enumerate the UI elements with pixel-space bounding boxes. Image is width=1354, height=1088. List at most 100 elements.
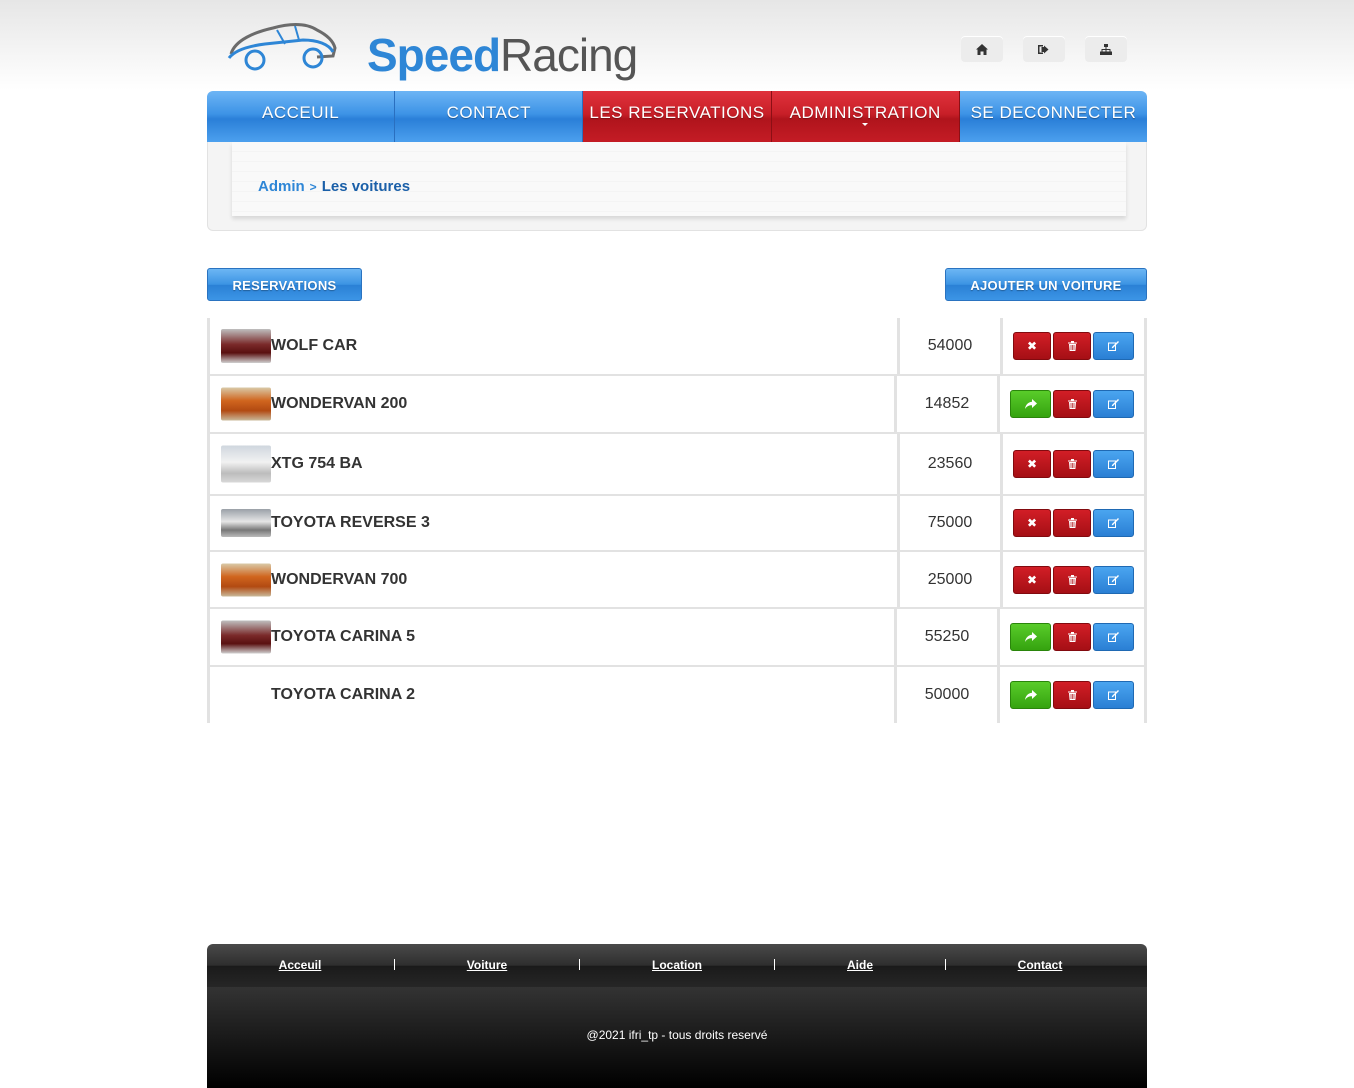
- edit-button[interactable]: [1093, 565, 1134, 594]
- car-price: 75000: [900, 496, 1003, 550]
- reserve-button[interactable]: [1010, 623, 1051, 651]
- nav-item-deconnecter[interactable]: SE DECONNECTER: [959, 91, 1147, 142]
- car-price: 14852: [897, 376, 1000, 432]
- row-actions: ✖: [1003, 434, 1144, 494]
- footer-link-contact[interactable]: Contact: [1018, 958, 1063, 972]
- edit-button[interactable]: [1093, 681, 1134, 709]
- car-name-cell: XTG 754 BA: [210, 434, 900, 494]
- table-row: TOYOTA CARINA 5 55250: [210, 609, 1144, 667]
- footer-divider: [774, 959, 775, 970]
- table-row: WONDERVAN 200 14852: [210, 376, 1144, 434]
- car-thumbnail: [221, 387, 271, 421]
- sitemap-icon[interactable]: [1085, 36, 1127, 62]
- car-price: 55250: [897, 609, 1000, 665]
- table-row: WONDERVAN 700 25000 ✖: [210, 552, 1144, 609]
- footer-divider: [945, 959, 946, 970]
- edit-button[interactable]: [1093, 390, 1134, 418]
- cancel-button[interactable]: ✖: [1013, 565, 1051, 594]
- car-price: 50000: [897, 667, 1000, 723]
- footer-nav: Acceuil Voiture Location Aide Contact: [207, 944, 1147, 987]
- edit-button[interactable]: [1093, 332, 1134, 360]
- delete-button[interactable]: [1053, 565, 1091, 594]
- logo[interactable]: SpeedRacing: [225, 10, 638, 81]
- car-price: 54000: [900, 318, 1003, 374]
- sign-out-icon[interactable]: [1023, 36, 1065, 62]
- breadcrumb-admin-link[interactable]: Admin: [258, 178, 305, 195]
- table-row: TOYOTA CARINA 2 50000: [210, 667, 1144, 723]
- times-icon: ✖: [1026, 457, 1038, 471]
- share-icon: [1024, 632, 1037, 642]
- edit-icon: [1108, 690, 1119, 700]
- car-name: WOLF CAR: [271, 337, 358, 354]
- trash-icon: [1067, 690, 1077, 700]
- table-row: XTG 754 BA 23560 ✖: [210, 434, 1144, 496]
- trash-icon: [1067, 399, 1077, 409]
- reserve-button[interactable]: [1010, 681, 1051, 709]
- footer-link-acceuil[interactable]: Acceuil: [279, 958, 322, 972]
- car-name-cell: WOLF CAR: [210, 318, 900, 374]
- delete-button[interactable]: [1053, 623, 1091, 651]
- delete-button[interactable]: [1053, 390, 1091, 418]
- car-price: 25000: [900, 552, 1003, 607]
- edit-icon: [1108, 574, 1119, 585]
- nav-item-acceuil[interactable]: ACCEUIL: [207, 91, 396, 142]
- footer-link-location[interactable]: Location: [652, 958, 702, 972]
- main-nav: ACCEUIL CONTACT LES RESERVATIONS ADMINIS…: [207, 91, 1147, 142]
- times-icon: ✖: [1026, 339, 1038, 353]
- table-row: WOLF CAR 54000 ✖: [210, 318, 1144, 376]
- cancel-button[interactable]: ✖: [1013, 332, 1051, 360]
- car-thumbnail: [221, 329, 271, 363]
- car-name: WONDERVAN 200: [271, 395, 408, 412]
- row-actions: ✖: [1003, 552, 1144, 607]
- cancel-button[interactable]: ✖: [1013, 509, 1051, 537]
- trash-icon: [1067, 341, 1077, 351]
- edit-button[interactable]: [1093, 450, 1134, 478]
- nav-item-reservations[interactable]: LES RESERVATIONS: [583, 91, 772, 142]
- nav-item-contact[interactable]: CONTACT: [395, 91, 584, 142]
- cancel-button[interactable]: ✖: [1013, 450, 1051, 478]
- car-name: TOYOTA CARINA 2: [271, 686, 416, 703]
- car-thumbnail: [221, 563, 271, 596]
- breadcrumb: Admin > Les voitures: [258, 178, 410, 195]
- edit-icon: [1108, 518, 1119, 528]
- copyright-text: @2021 ifri_tp - tous droits reservé: [586, 1028, 768, 1042]
- edit-button[interactable]: [1093, 509, 1134, 537]
- reservations-button[interactable]: RESERVATIONS: [207, 268, 362, 301]
- breadcrumb-separator: >: [309, 180, 317, 194]
- car-thumbnail: [221, 620, 271, 654]
- nav-item-administration[interactable]: ADMINISTRATION: [771, 91, 960, 142]
- footer-body: @2021 ifri_tp - tous droits reservé: [207, 987, 1147, 1088]
- delete-button[interactable]: [1053, 681, 1091, 709]
- edit-icon: [1108, 399, 1119, 409]
- edit-icon: [1108, 341, 1119, 351]
- delete-button[interactable]: [1053, 450, 1091, 478]
- row-actions: [1000, 376, 1144, 432]
- delete-button[interactable]: [1053, 332, 1091, 360]
- trash-icon: [1067, 632, 1077, 642]
- footer-link-voiture[interactable]: Voiture: [467, 958, 507, 972]
- row-actions: [1000, 609, 1144, 665]
- trash-icon: [1067, 574, 1077, 585]
- edit-button[interactable]: [1093, 623, 1134, 651]
- breadcrumb-current: Les voitures: [321, 178, 411, 195]
- reserve-button[interactable]: [1010, 390, 1051, 418]
- car-name-cell: TOYOTA CARINA 5: [210, 609, 897, 665]
- car-name: WONDERVAN 700: [271, 570, 408, 588]
- delete-button[interactable]: [1053, 509, 1091, 537]
- footer-link-aide[interactable]: Aide: [847, 958, 873, 972]
- car-price: 23560: [900, 434, 1003, 494]
- table-row: TOYOTA REVERSE 3 75000 ✖: [210, 496, 1144, 552]
- times-icon: ✖: [1026, 516, 1038, 530]
- car-name-cell: WONDERVAN 200: [210, 376, 897, 432]
- car-name: XTG 754 BA: [271, 455, 363, 472]
- trash-icon: [1067, 459, 1077, 469]
- car-name: TOYOTA CARINA 5: [271, 628, 416, 645]
- nav-item-administration-label: ADMINISTRATION: [789, 103, 941, 122]
- footer-divider: [579, 959, 580, 970]
- edit-icon: [1108, 459, 1119, 469]
- home-icon[interactable]: [961, 36, 1003, 62]
- add-car-button[interactable]: AJOUTER UN VOITURE: [945, 268, 1147, 301]
- car-name-cell: TOYOTA REVERSE 3: [210, 496, 900, 550]
- logo-text: SpeedRacing: [367, 28, 638, 82]
- trash-icon: [1067, 518, 1077, 528]
